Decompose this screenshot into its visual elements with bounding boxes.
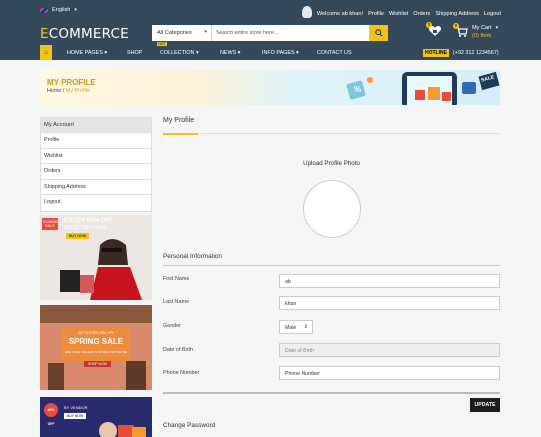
breadcrumb-separator: /	[62, 88, 65, 94]
first-name-label: First Name	[163, 276, 190, 282]
wishlist-count-badge: 0	[426, 22, 432, 28]
main-nav: ⌂ HOME PAGES ▾ SHOP COLLECTION ▾ HOT NEW…	[0, 42, 541, 60]
account-menu: My Account Profile Wishlist Orders Shipp…	[40, 117, 152, 212]
nav-info-pages[interactable]: INFO PAGES ▾	[262, 50, 299, 56]
nav-home-pages[interactable]: HOME PAGES ▾	[67, 50, 107, 56]
nav-news[interactable]: NEWS ▾	[220, 50, 240, 56]
breadcrumb-current: My Profile	[65, 88, 90, 94]
update-button[interactable]: UPDATE	[470, 398, 500, 412]
promo-summer-tag: SUMMER SALE	[42, 218, 60, 230]
search-input[interactable]: Search entire store here...	[212, 25, 369, 41]
promo-banner-summer[interactable]: SUMMER SALE ENJOY 50% OFF SELECTED ITEMS…	[40, 215, 152, 300]
chevron-down-icon: ▾	[495, 25, 499, 31]
first-name-field[interactable]: ab	[279, 274, 500, 288]
profile-title: My Profile	[163, 117, 195, 124]
promo-vendor-tag: 40% OFF	[44, 403, 58, 426]
promo-banner-vendor[interactable]: 40% OFF BY VENDOR BUY NOW	[40, 397, 152, 437]
search-bar: All Categories Search entire store here.…	[152, 25, 388, 41]
promo-vendor-buy-button[interactable]: BUY NOW	[64, 413, 87, 419]
category-select[interactable]: All Categories	[152, 25, 212, 41]
personal-info-divider	[163, 265, 500, 266]
cart-title: My Cart	[472, 25, 492, 31]
search-icon	[374, 29, 383, 37]
dob-label: Date of Birth	[163, 347, 193, 353]
header: ECOMMERCE All Categories Search entire s…	[0, 20, 541, 45]
phone-label: Phone Number	[163, 370, 200, 376]
home-icon[interactable]: ⌂	[40, 45, 52, 60]
dob-field[interactable]: Date of Birth	[279, 343, 500, 357]
chevron-down-icon: ▾	[74, 7, 77, 13]
promo-vendor-line1: BY VENDOR	[64, 405, 88, 410]
nav-label: NEWS	[220, 50, 237, 56]
profile-main: My Profile Upload Profile Photo Personal…	[163, 117, 500, 429]
top-bar: English ▾ Welcome ab khan! Profile Wishl…	[0, 0, 541, 20]
account-menu-heading: My Account	[41, 118, 151, 133]
shopping-illustration-icon	[346, 71, 500, 105]
account-links: Welcome ab khan! Profile Wishlist Orders…	[301, 6, 501, 20]
personal-info-heading: Personal Information	[163, 253, 222, 260]
sidebar-item-wishlist[interactable]: Wishlist	[41, 149, 151, 164]
phone-field[interactable]: Phone Number	[279, 366, 500, 380]
sidebar-item-profile[interactable]: Profile	[41, 133, 151, 149]
gender-label: Gender	[163, 323, 181, 329]
sidebar-item-logout[interactable]: Logout	[41, 195, 151, 211]
page-banner: MY PROFILE Home / My Profile % SALE	[40, 70, 500, 105]
nav-collection[interactable]: COLLECTION ▾	[160, 50, 199, 56]
store-illustration-icon	[40, 305, 152, 390]
user-avatar-icon	[301, 6, 312, 18]
welcome-text: Welcome ab khan!	[316, 11, 364, 17]
language-label: English	[52, 7, 71, 13]
promo-spring-line3: USE CODE: SALE30 IN STORE AND ONLINE	[64, 350, 128, 354]
percent-tag: %	[354, 85, 362, 94]
logout-link[interactable]: Logout	[484, 11, 501, 17]
gender-select[interactable]: Male	[279, 320, 313, 334]
promo-summer-line1: ENJOY 50% OFF	[64, 217, 114, 224]
title-underline-accent	[163, 133, 198, 135]
hot-badge: HOT	[157, 42, 167, 46]
hotline-badge: HOTLINE	[423, 49, 449, 57]
promo-summer-buy-button[interactable]: BUY NOW	[66, 233, 90, 239]
change-password-heading: Change Password	[163, 422, 216, 429]
promo-spring-shop-button[interactable]: SHOP NOW	[84, 361, 111, 367]
shipping-address-link[interactable]: Shipping Address	[435, 11, 479, 17]
logo-e: E	[40, 26, 49, 42]
promo-spring-line2: SPRING SALE	[68, 337, 124, 346]
nav-label: HOME PAGES	[67, 50, 103, 56]
nav-label: COLLECTION	[160, 50, 195, 56]
logo-text: COMMERCE	[48, 26, 129, 42]
profile-photo-upload[interactable]	[303, 180, 361, 238]
search-button[interactable]	[369, 25, 388, 41]
promo-summer-line2: SELECTED ITEMS	[64, 225, 108, 231]
site-logo[interactable]: ECOMMERCE	[40, 26, 129, 42]
nav-shop[interactable]: SHOP	[127, 50, 142, 56]
vendor-illustration-icon	[40, 397, 152, 437]
nav-label: INFO PAGES	[262, 50, 295, 56]
sidebar-item-orders[interactable]: Orders	[41, 164, 151, 180]
profile-link[interactable]: Profile	[368, 11, 384, 17]
wishlist-link[interactable]: Wishlist	[389, 11, 408, 17]
orders-link[interactable]: Orders	[413, 11, 430, 17]
hotline-phone: (+92 312 1234567)	[453, 50, 499, 56]
wishlist-button[interactable]: 0	[426, 22, 442, 38]
cart-button[interactable]: 0 My Cart (0) Item ▾	[453, 23, 499, 39]
promo-banner-spring[interactable]: GET EXTRA 30% OFF SPRING SALE USE CODE: …	[40, 305, 152, 390]
form-divider	[163, 392, 500, 394]
sidebar-item-shipping-address[interactable]: Shipping Address	[41, 180, 151, 195]
title-divider	[163, 133, 500, 134]
uk-flag-icon	[40, 7, 48, 13]
cart-count-badge: 0	[453, 23, 459, 29]
cart-subtitle: (0) Item	[472, 33, 492, 39]
account-sidebar: My Account Profile Wishlist Orders Shipp…	[40, 117, 152, 212]
breadcrumb-home[interactable]: Home	[47, 88, 61, 94]
upload-photo-label: Upload Profile Photo	[303, 160, 360, 167]
nav-contact-us[interactable]: CONTACT US	[317, 50, 352, 56]
breadcrumb: Home / My Profile	[47, 88, 90, 94]
page-title: MY PROFILE	[47, 78, 96, 87]
last-name-field[interactable]: khan	[279, 296, 500, 310]
promo-spring-line1: GET EXTRA 30% OFF	[77, 331, 115, 335]
language-selector[interactable]: English ▾	[40, 7, 77, 13]
last-name-label: Last Name	[163, 299, 190, 305]
